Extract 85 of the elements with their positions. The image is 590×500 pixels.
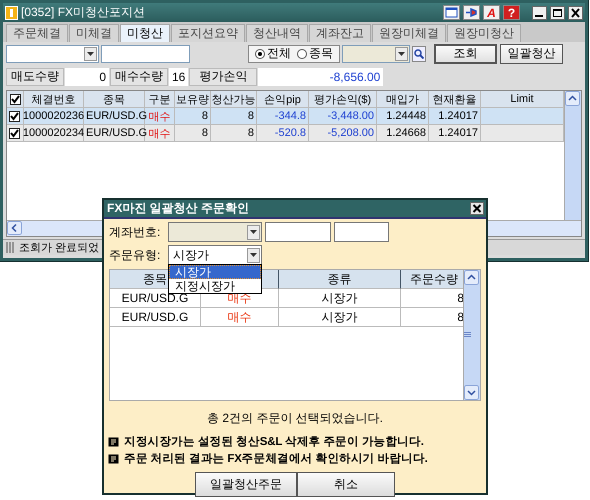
dropdown-arrow-icon[interactable]: [250, 253, 257, 257]
dropdown-option[interactable]: 시장가: [169, 265, 261, 279]
tab[interactable]: 원장미체결: [372, 24, 446, 42]
table-cell: 시장가: [279, 289, 401, 308]
table-cell: 1.24017: [429, 125, 481, 142]
scroll-up-icon[interactable]: [565, 91, 580, 106]
account-name-field[interactable]: [334, 222, 389, 242]
tab[interactable]: 미체결: [69, 24, 119, 42]
table-cell: -5,208.00: [309, 125, 377, 142]
tab[interactable]: 청산내역: [246, 24, 308, 42]
radio-label[interactable]: 전체: [267, 45, 291, 62]
tab[interactable]: 포지션요약: [171, 24, 245, 42]
account-number-field[interactable]: [265, 222, 331, 242]
radio-button[interactable]: [297, 48, 307, 58]
dropdown-button[interactable]: [247, 248, 260, 262]
font-button[interactable]: A: [483, 5, 500, 20]
order-type-dropdown[interactable]: 시장가: [168, 245, 262, 265]
table-cell: 1000020234: [24, 125, 84, 142]
summary-label: 평가손익: [189, 68, 258, 86]
table-cell: 시장가: [279, 308, 401, 327]
summary-value: 16: [169, 68, 188, 86]
minimize-icon[interactable]: [532, 6, 547, 20]
account-dropdown[interactable]: [168, 222, 262, 242]
table-cell: EUR/USD.G: [110, 308, 201, 327]
bulk-close-order-button[interactable]: 일괄청산주문: [195, 472, 297, 497]
account-name-field[interactable]: [101, 44, 190, 62]
table-cell: 매수: [201, 308, 279, 327]
dropdown-arrow-icon[interactable]: [87, 52, 94, 56]
dropdown-arrow-icon[interactable]: [398, 52, 405, 56]
search-icon: [414, 48, 424, 58]
note-icon: [108, 454, 119, 464]
summary-label: 매수수량: [110, 68, 168, 86]
cancel-button[interactable]: 취소: [297, 472, 395, 497]
radio-button[interactable]: [255, 48, 265, 58]
table-row[interactable]: 1000020236 EUR/USD.G 매수 8 8 -344.8 -3,448.00 1.24448 1.24017: [7, 108, 564, 125]
search-button[interactable]: [412, 46, 426, 62]
summary-value: -8,656.00: [258, 68, 384, 86]
scroll-grip-icon: [464, 332, 471, 338]
pin-icon[interactable]: [463, 5, 480, 20]
window-layout-icon[interactable]: [443, 5, 460, 20]
query-button[interactable]: 조회: [434, 44, 497, 64]
scroll-down-icon[interactable]: [464, 385, 479, 400]
status-message: 조회가 완료되었: [19, 241, 100, 255]
vertical-scrollbar[interactable]: [463, 270, 480, 400]
field-label: 주문유형:: [109, 246, 162, 264]
tab[interactable]: 계좌잔고: [309, 24, 371, 42]
app-icon[interactable]: [5, 6, 18, 20]
table-cell: EUR/USD.G: [84, 125, 145, 142]
table-cell: -520.8: [257, 125, 309, 142]
window-title: [0352] FX미청산포지션: [21, 4, 146, 21]
dropdown-button[interactable]: [247, 224, 260, 240]
field-label: 계좌번호:: [109, 224, 162, 240]
tab[interactable]: 미청산: [120, 24, 170, 42]
radio-label[interactable]: 종목: [309, 45, 333, 62]
note-icon: [108, 436, 119, 446]
close-icon[interactable]: [470, 202, 484, 215]
help-button[interactable]: ?: [503, 5, 520, 20]
summary-label: 매도수량: [6, 68, 64, 86]
dropdown-button[interactable]: [84, 46, 97, 60]
table-cell: 8: [211, 125, 257, 142]
maximize-icon[interactable]: [550, 6, 565, 20]
table-row[interactable]: 1000020234 EUR/USD.G 매수 8 8 -520.8 -5,208.00 1.24668 1.24017: [7, 125, 564, 142]
bulk-close-button[interactable]: 일괄청산: [500, 44, 563, 64]
row-checkbox[interactable]: [9, 128, 20, 138]
scroll-up-icon[interactable]: [464, 270, 479, 285]
notice-text: 지정시장가는 설정된 청산S&L 삭제후 주문이 가능합니다.: [124, 435, 424, 449]
row-checkbox[interactable]: [9, 110, 20, 122]
grip-icon: [6, 242, 15, 253]
summary-value: 0: [65, 68, 109, 86]
dialog-title: FX마진 일괄청산 주문확인: [107, 200, 250, 217]
notice-text: 주문 처리된 결과는 FX주문체결에서 확인하시기 바랍니다.: [124, 452, 428, 466]
table-cell: 1.24668: [377, 125, 429, 142]
close-icon[interactable]: [568, 6, 583, 20]
dropdown-value: 시장가: [173, 246, 209, 264]
tab[interactable]: 원장미청산: [447, 24, 521, 42]
select-all-checkbox[interactable]: [10, 94, 20, 104]
table-cell: 8: [175, 125, 211, 142]
table-cell: 매수: [145, 125, 175, 142]
dropdown-button[interactable]: [395, 46, 408, 60]
tab[interactable]: 주문체결: [6, 24, 68, 42]
selection-message: 총 2건의 주문이 선택되었습니다.: [206, 411, 383, 425]
dropdown-arrow-icon[interactable]: [250, 230, 257, 234]
vertical-scrollbar[interactable]: [564, 91, 581, 220]
scroll-left-icon[interactable]: [7, 221, 22, 235]
column-header: 종류: [279, 270, 401, 289]
